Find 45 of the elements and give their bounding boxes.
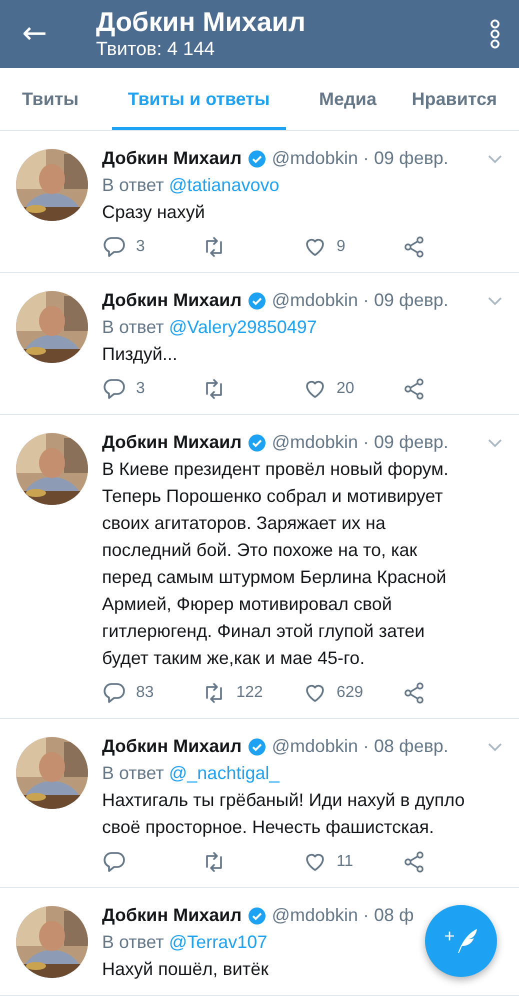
tweet-meta: @mdobkin · 08 ф — [272, 905, 414, 926]
reply-label: В ответ — [102, 763, 164, 783]
reply-count: 3 — [136, 380, 145, 398]
retweet-count: 122 — [236, 684, 263, 702]
reply-label: В ответ — [102, 317, 164, 337]
author-name: Добкин Михаил — [102, 905, 242, 926]
author-name: Добкин Михаил — [102, 290, 242, 311]
reply-icon[interactable] — [102, 681, 126, 705]
tweet-meta: @mdobkin · 09 февр. — [272, 148, 448, 169]
tweet-meta: @mdobkin · 08 февр. — [272, 736, 448, 757]
mention-link[interactable]: @Valery29850497 — [168, 317, 317, 337]
tweet-text: Пиздуй... — [102, 343, 178, 366]
tab[interactable]: Медиа — [317, 71, 379, 130]
tweet-text: Нахуй пошёл, витёк — [102, 958, 270, 981]
compose-button[interactable]: + — [425, 905, 497, 977]
mention-link[interactable]: @tatianavovo — [168, 175, 280, 195]
reply-icon[interactable] — [102, 235, 126, 259]
reply-count: 3 — [136, 238, 145, 256]
author-name: Добкин Михаил — [102, 736, 242, 757]
like-count: 20 — [336, 380, 354, 398]
tab[interactable]: Твиты — [20, 71, 81, 130]
like-count: 629 — [336, 684, 364, 702]
reply-label: В ответ — [102, 932, 164, 952]
reply-icon[interactable] — [102, 377, 126, 401]
like-count: 11 — [336, 853, 354, 871]
mention-link[interactable]: @_nachtigal_ — [168, 763, 280, 783]
reply-label: В ответ — [102, 175, 164, 195]
more-icon[interactable] — [489, 19, 501, 49]
mention-link[interactable]: @Terrav107 — [168, 932, 268, 952]
author-name: Добкин Михаил — [102, 432, 242, 453]
tab[interactable]: Твиты и ответы — [112, 71, 286, 130]
tweet-text: В Киеве президент провёл новый форум. Теперь Порошенко собрал и мотивирует своих агитаторов. Заряжает их на последний бой. Это похоже на то, как перед самым штурмом Берлина Красной Армией, Фюрер мотивировал свой гитлерюгенд. Финал этой глупой затеи будет таким же,как и мае 45-го. — [102, 458, 450, 670]
author-name: Добкин Михаил — [102, 148, 242, 169]
tweet-meta: @mdobkin · 09 февр. — [272, 432, 448, 453]
feather-icon — [456, 928, 478, 954]
back-button[interactable]: ← — [22, 19, 62, 49]
tweet-text: Нахтигаль ты грёбаный! Иди нахуй в дупло своё просторное. Нечесть фашистская. — [102, 789, 466, 839]
like-count: 9 — [336, 238, 346, 256]
tab[interactable]: Нравится — [410, 71, 499, 130]
reply-icon[interactable] — [102, 850, 126, 874]
profile-name: Добкин Михаил — [96, 6, 307, 38]
tweet-meta: @mdobkin · 09 февр. — [272, 290, 448, 311]
reply-count: 83 — [136, 684, 154, 702]
tweet-count: Твитов: 4 144 — [96, 38, 216, 62]
tweet-text: Сразу нахуй — [102, 201, 206, 224]
